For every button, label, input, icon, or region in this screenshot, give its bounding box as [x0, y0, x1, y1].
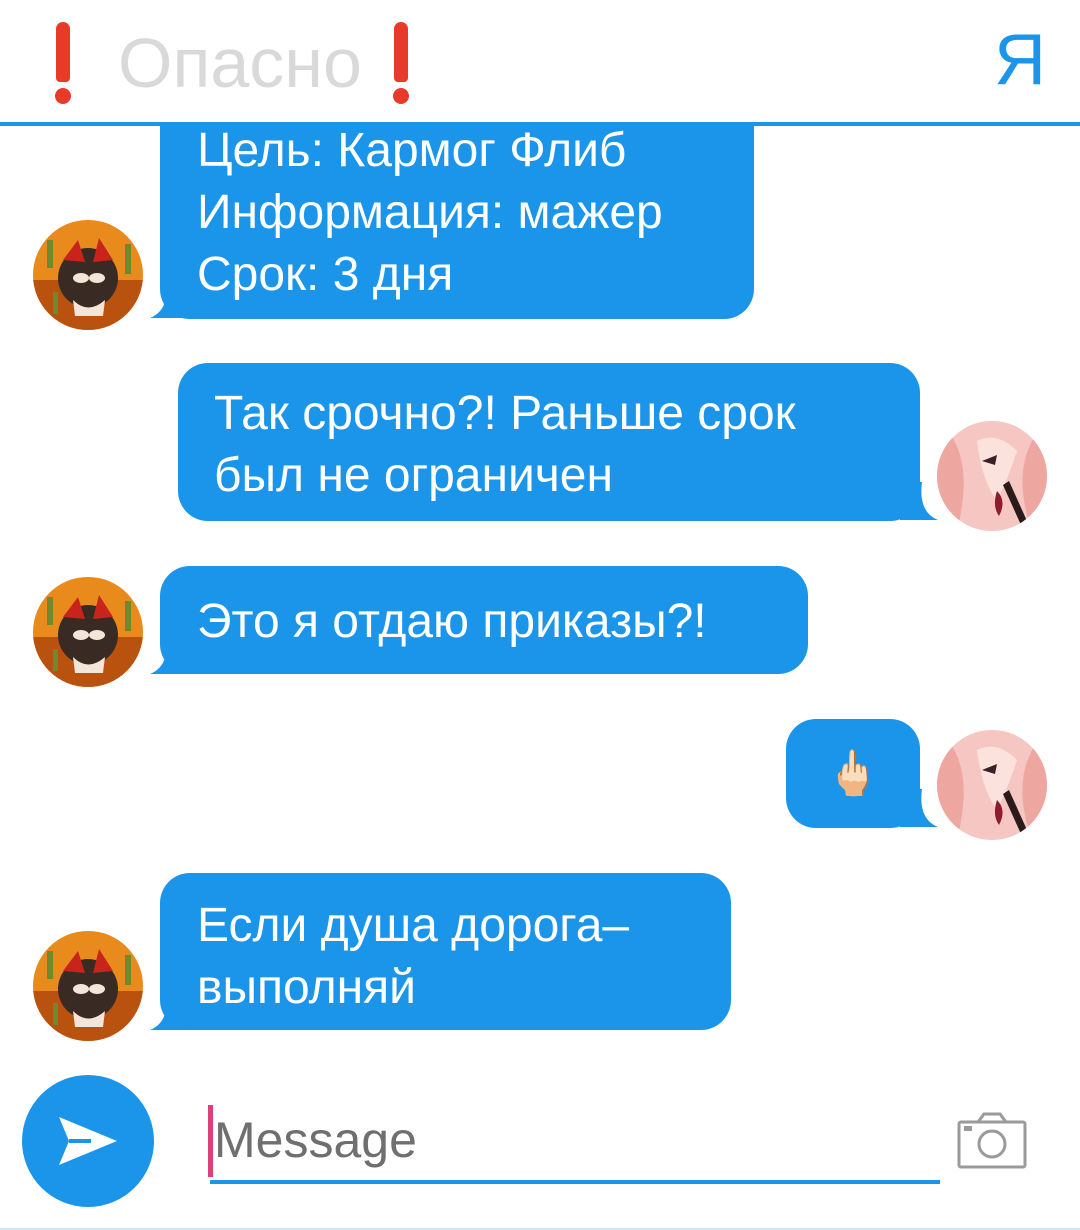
- message-line: Если душа дорога–: [197, 899, 630, 952]
- middle-finger-emoji: 🖕🏻: [825, 748, 881, 798]
- bubble-tail: [900, 789, 938, 827]
- chat-header: Опасно Я: [0, 0, 1080, 126]
- exclamation-mark-icon: [46, 22, 80, 104]
- user-avatar[interactable]: [937, 730, 1047, 840]
- message-line: Это я отдаю приказы?!: [197, 595, 707, 648]
- user-avatar[interactable]: [937, 421, 1047, 531]
- outgoing-message[interactable]: Так срочно?! Раньше срок был не ограниче…: [178, 363, 920, 521]
- incoming-message[interactable]: Если душа дорога– выполняй: [160, 873, 731, 1030]
- message-line: Цель: Кармог Флиб: [197, 124, 627, 177]
- contact-avatar[interactable]: [33, 577, 143, 687]
- send-arrow-icon: [59, 1117, 117, 1165]
- message-line: Срок: 3 дня: [197, 248, 454, 301]
- message-line: Так срочно?! Раньше срок: [214, 387, 796, 440]
- camera-icon[interactable]: [956, 1110, 1028, 1170]
- incoming-message[interactable]: Это я отдаю приказы?!: [160, 566, 808, 674]
- exclamation-mark-icon: [384, 22, 418, 104]
- message-line: был не ограничен: [214, 449, 613, 502]
- message-line: выполняй: [197, 961, 416, 1014]
- send-button[interactable]: [22, 1075, 154, 1207]
- bubble-tail: [900, 482, 938, 520]
- contact-avatar[interactable]: [33, 220, 143, 330]
- message-line: Информация: мажер: [197, 186, 663, 239]
- chat-title[interactable]: Опасно: [46, 18, 418, 108]
- incoming-message[interactable]: Цель: Кармог Флиб Информация: мажер Срок…: [160, 110, 754, 319]
- message-input[interactable]: [210, 1100, 940, 1184]
- text-caret: [208, 1105, 213, 1177]
- contact-avatar[interactable]: [33, 931, 143, 1041]
- chat-title-text: Опасно: [118, 24, 362, 102]
- self-label[interactable]: Я: [994, 24, 1046, 96]
